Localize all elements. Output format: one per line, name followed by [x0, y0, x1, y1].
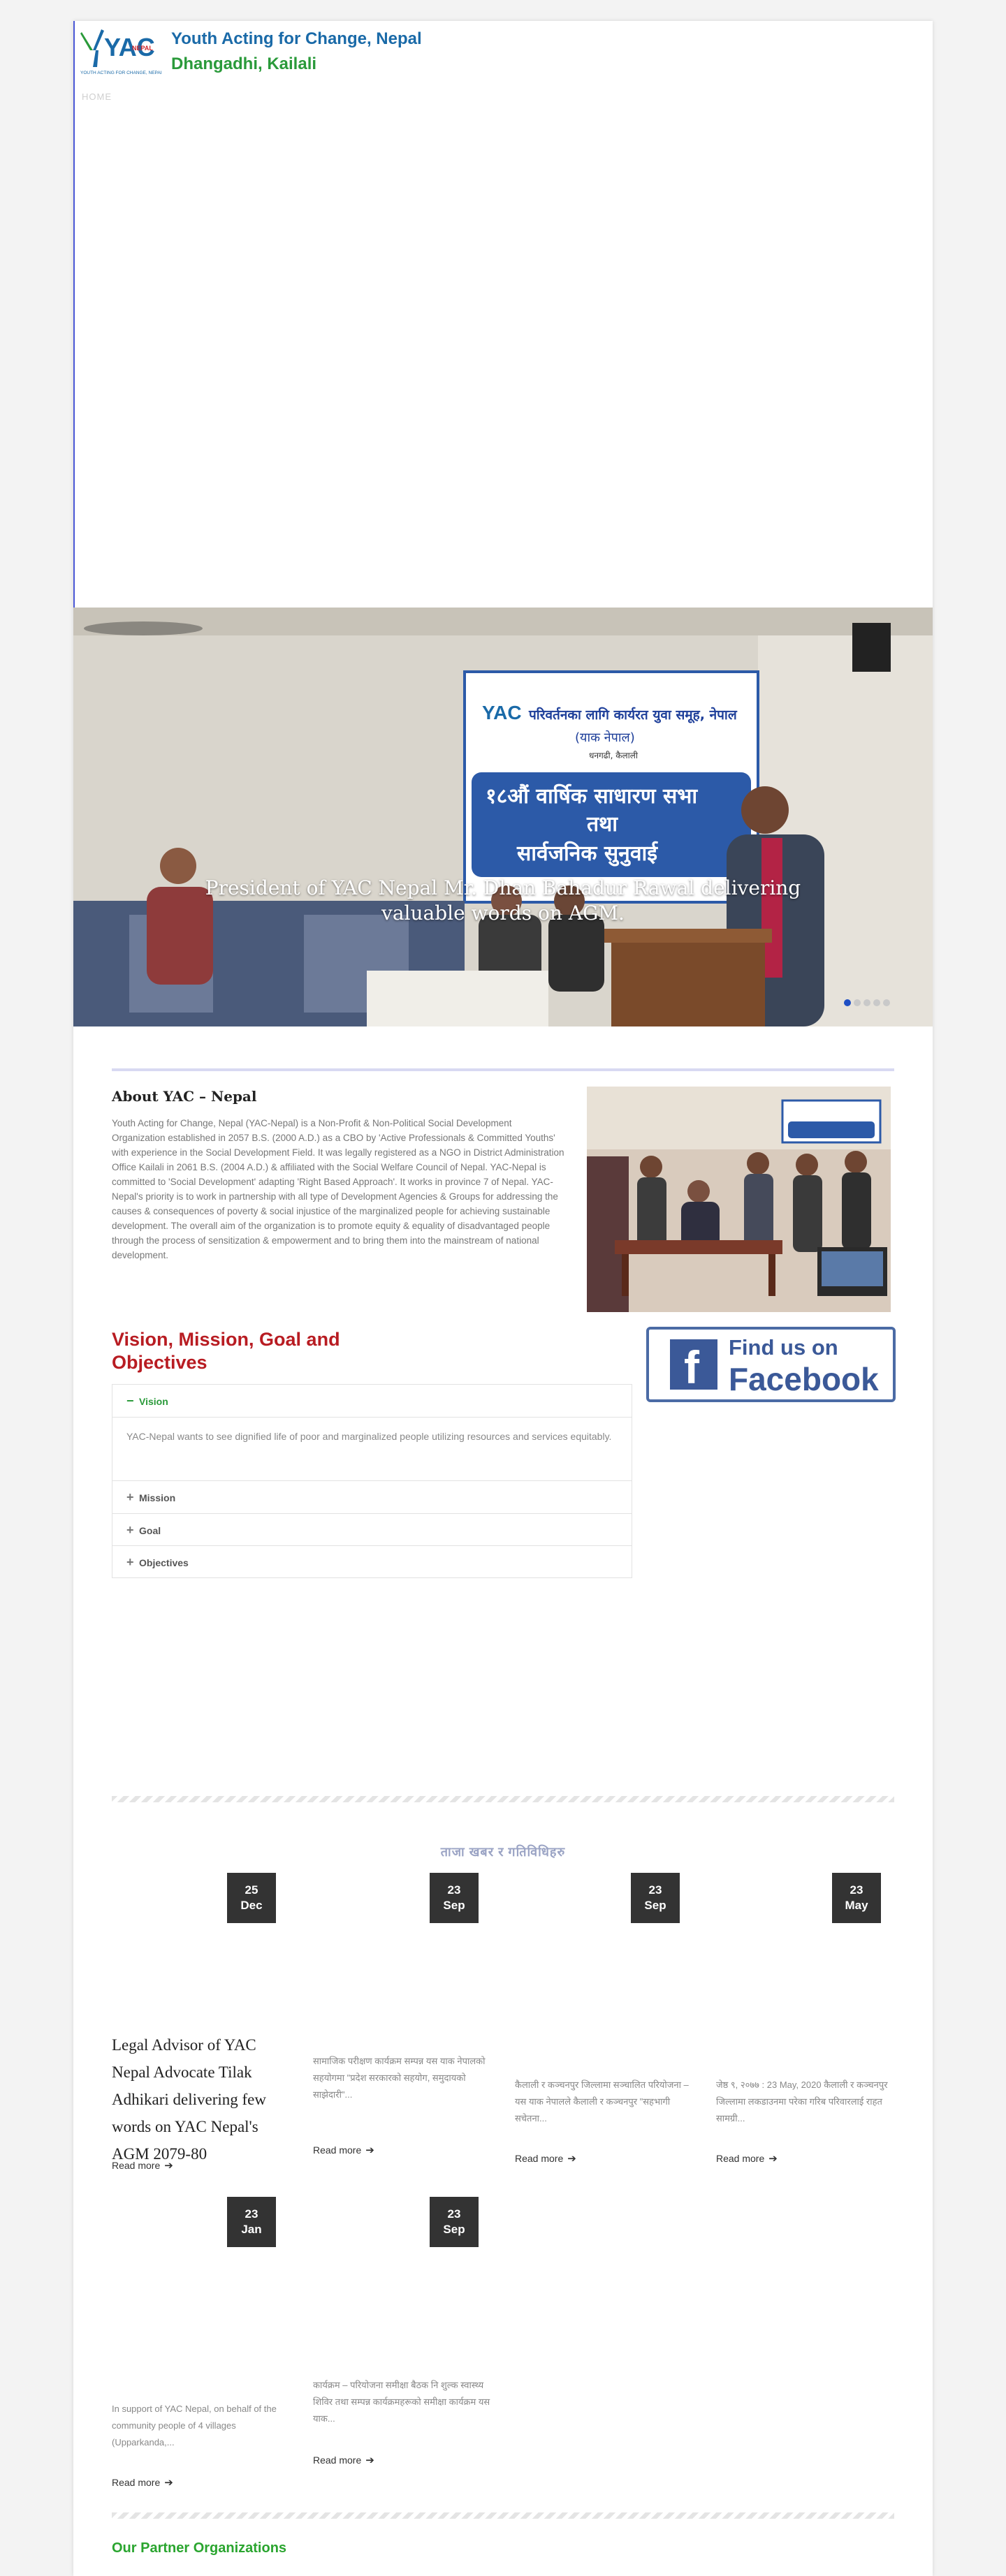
slider-dots [844, 997, 893, 1010]
accordion-goal[interactable]: + Goal [112, 1513, 632, 1545]
site-header: YAC NEPAL YOUTH ACTING FOR CHANGE, NEPAL… [73, 21, 933, 608]
accordion-vision[interactable]: − Vision [112, 1385, 632, 1417]
date-day: 23 [447, 2207, 461, 2221]
read-more-link[interactable]: Read more ➔ [716, 2152, 778, 2165]
slider-dot[interactable] [873, 999, 880, 1006]
section-divider [112, 1068, 894, 1071]
date-day: 25 [245, 1883, 258, 1897]
slider-dot[interactable] [854, 999, 861, 1006]
date-badge: 23 Sep [430, 1873, 479, 1923]
read-more-label: Read more [313, 2144, 362, 2156]
date-day: 23 [648, 1883, 662, 1897]
slide-caption: President of YAC Nepal Mr. Dhan Bahadur … [205, 876, 801, 925]
banner-line-4: १८औं वार्षिक साधारण सभा [486, 783, 698, 809]
news-excerpt: सामाजिक परीक्षण कार्यक्रम सम्पन्न यस याक… [313, 2056, 486, 2100]
logo-tagline: YOUTH ACTING FOR CHANGE, NEPAL [80, 71, 161, 75]
accordion-vision-body: YAC-Nepal wants to see dignified life of… [112, 1417, 632, 1481]
accordion-label: Goal [139, 1525, 161, 1536]
about-photo [587, 1087, 891, 1312]
date-badge: 23 May [832, 1873, 881, 1923]
accordion-label: Vision [139, 1396, 168, 1407]
date-month: Dec [240, 1899, 263, 1912]
vision-section-title: Vision, Mission, Goal and Objectives [112, 1329, 340, 1373]
read-more-label: Read more [112, 2477, 161, 2488]
arrow-right-icon: ➔ [164, 2477, 173, 2489]
minus-icon: − [126, 1394, 134, 1408]
date-day: 23 [447, 1883, 461, 1897]
hero-slide-image: परिवर्तनका लागि कार्यरत युवा समूह, नेपाल… [73, 608, 933, 1026]
date-badge: 25 Dec [227, 1873, 276, 1923]
date-badge: 23 Jan [227, 2197, 276, 2247]
date-badge: 23 Sep [430, 2197, 479, 2247]
arrow-right-icon: ➔ [567, 2153, 576, 2165]
banner-line-5: तथा [586, 812, 618, 837]
hero-slider[interactable]: परिवर्तनका लागि कार्यरत युवा समूह, नेपाल… [73, 608, 933, 1026]
plus-icon: + [126, 1523, 134, 1537]
news-excerpt: कैलाली र कञ्चनपुर जिल्लामा सञ्चालित परिय… [515, 2080, 689, 2124]
slider-dot[interactable] [863, 999, 870, 1006]
yac-logo[interactable]: YAC NEPAL YOUTH ACTING FOR CHANGE, NEPAL [78, 22, 161, 78]
ceiling-fan-icon [84, 621, 203, 635]
plus-icon: + [126, 1490, 134, 1504]
read-more-label: Read more [515, 2153, 564, 2164]
banner-line-2: (याक नेपाल) [575, 730, 635, 745]
read-more-link[interactable]: Read more ➔ [515, 2152, 576, 2165]
slider-dot[interactable] [883, 999, 890, 1006]
date-day: 23 [850, 1883, 863, 1897]
plus-icon: + [126, 1555, 134, 1569]
date-badge: 23 Sep [631, 1873, 680, 1923]
arrow-right-icon: ➔ [365, 2454, 374, 2466]
nav-home-link[interactable]: HOME [82, 91, 112, 102]
site-title[interactable]: Youth Acting for Change, Nepal [171, 29, 422, 49]
date-month: May [845, 1899, 868, 1912]
facebook-icon: f [670, 1339, 717, 1393]
read-more-label: Read more [313, 2454, 362, 2466]
news-excerpt: In support of YAC Nepal, on behalf of th… [112, 2404, 277, 2448]
section-divider [112, 1796, 894, 1802]
banner-line-3: धनगढी, कैलाली [589, 751, 639, 760]
read-more-link[interactable]: Read more ➔ [313, 2144, 374, 2156]
date-month: Sep [644, 1899, 666, 1912]
read-more-link[interactable]: Read more ➔ [112, 2476, 173, 2489]
read-more-link[interactable]: Read more ➔ [112, 2159, 173, 2172]
news-heading: ताजा खबर र गतिविधिहरु [440, 1845, 566, 1859]
section-divider [112, 2512, 894, 2519]
vision-accordion: − Vision YAC-Nepal wants to see dignified… [112, 1384, 632, 1578]
page-container: YAC NEPAL YOUTH ACTING FOR CHANGE, NEPAL… [73, 21, 933, 2576]
svg-text:YAC: YAC [482, 702, 522, 723]
date-month: Jan [241, 2223, 262, 2236]
slider-dot[interactable] [844, 999, 851, 1006]
about-text: Youth Acting for Change, Nepal (YAC-Nepa… [112, 1118, 564, 1260]
accordion-label: Mission [139, 1492, 176, 1503]
arrow-right-icon: ➔ [164, 2160, 173, 2172]
facebook-line-2: Facebook [729, 1361, 879, 1397]
site-subtitle: Dhangadhi, Kailali [171, 54, 317, 73]
arrow-right-icon: ➔ [365, 2144, 374, 2156]
facebook-badge[interactable]: f Find us on Facebook [646, 1327, 896, 1402]
date-day: 23 [245, 2207, 258, 2221]
facebook-line-1: Find us on [729, 1335, 838, 1360]
banner-line-6: सार्वजनिक सुनुवाई [516, 841, 658, 867]
read-more-link[interactable]: Read more ➔ [313, 2454, 374, 2466]
news-excerpt: जेष्ठ ९, २०७७ : 23 May, 2020 कैलाली र कञ… [716, 2080, 888, 2124]
date-month: Sep [443, 2223, 465, 2236]
read-more-label: Read more [112, 2160, 161, 2171]
arrow-right-icon: ➔ [768, 2153, 778, 2165]
accordion-label: Objectives [139, 1557, 189, 1568]
partners-title: Our Partner Organizations [112, 2540, 287, 2556]
banner-line-1: परिवर्तनका लागि कार्यरत युवा समूह, नेपाल [528, 707, 738, 723]
news-excerpt: कार्यक्रम – परियोजना समीक्षा बैठक नि शुल… [313, 2380, 490, 2424]
logo-badge: NEPAL [132, 45, 153, 52]
about-title: About YAC – Nepal [112, 1088, 257, 1105]
accordion-objectives[interactable]: + Objectives [112, 1545, 632, 1577]
read-more-label: Read more [716, 2153, 765, 2164]
date-month: Sep [443, 1899, 465, 1912]
accordion-mission[interactable]: + Mission [112, 1481, 632, 1513]
news-title[interactable]: Legal Advisor of YAC Nepal Advocate Tila… [112, 2031, 293, 2167]
